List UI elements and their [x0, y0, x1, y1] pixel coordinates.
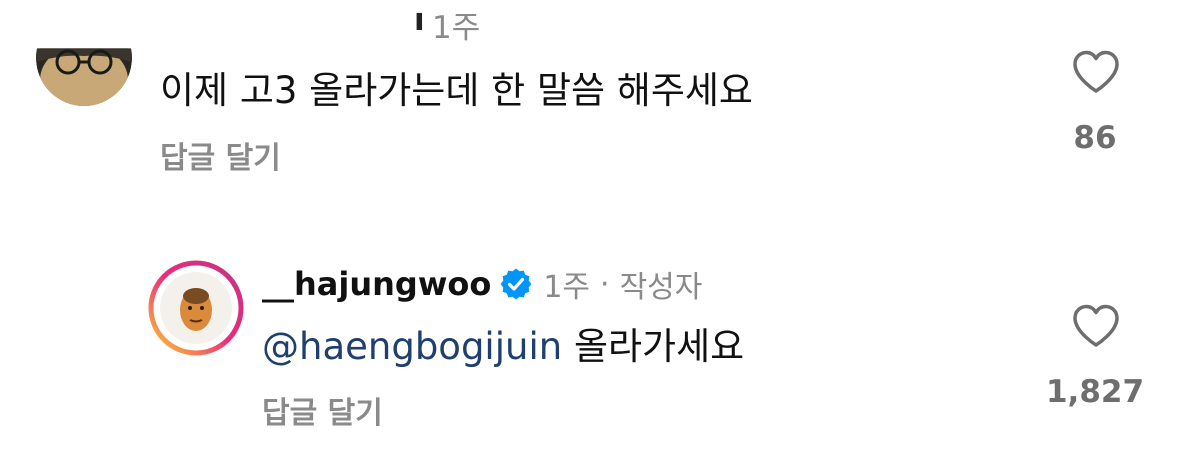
comment-2-reply-button[interactable]: 답글 달기 [262, 388, 383, 432]
comment-2-mention-link[interactable]: @haengbogijuin [262, 325, 562, 368]
comment-2-like-count: 1,827 [1045, 374, 1145, 410]
comment-2-text: 올라가세요 [573, 325, 745, 368]
comment-1-like-count: 86 [1073, 120, 1117, 156]
comment-1-reply-button[interactable]: 답글 달기 [160, 133, 281, 177]
heart-outline-icon[interactable] [1072, 304, 1120, 348]
comment-1-text: 이제 고3 올라가는데 한 말씀 해주세요 [160, 69, 753, 112]
comment-2-header: __hajungwoo 1주 · 작성자 [262, 262, 702, 306]
heart-outline-icon[interactable] [1072, 50, 1120, 94]
comment-2-author-tag: 작성자 [619, 270, 703, 305]
comment-2-separator: · [600, 266, 610, 302]
comment-1-timestamp: 1주 [432, 10, 481, 46]
comment-1-username-fragment[interactable]: ı [414, 2, 425, 38]
user-avatar-glasses-icon[interactable] [36, 48, 132, 106]
verified-badge-icon [499, 267, 533, 301]
comment-2-username[interactable]: __hajungwoo [262, 265, 491, 303]
comment-2-timestamp: 1주 [543, 270, 591, 305]
comment-2-body: @haengbogijuin 올라가세요 [262, 316, 744, 370]
story-ring-avatar-icon[interactable] [148, 260, 244, 356]
